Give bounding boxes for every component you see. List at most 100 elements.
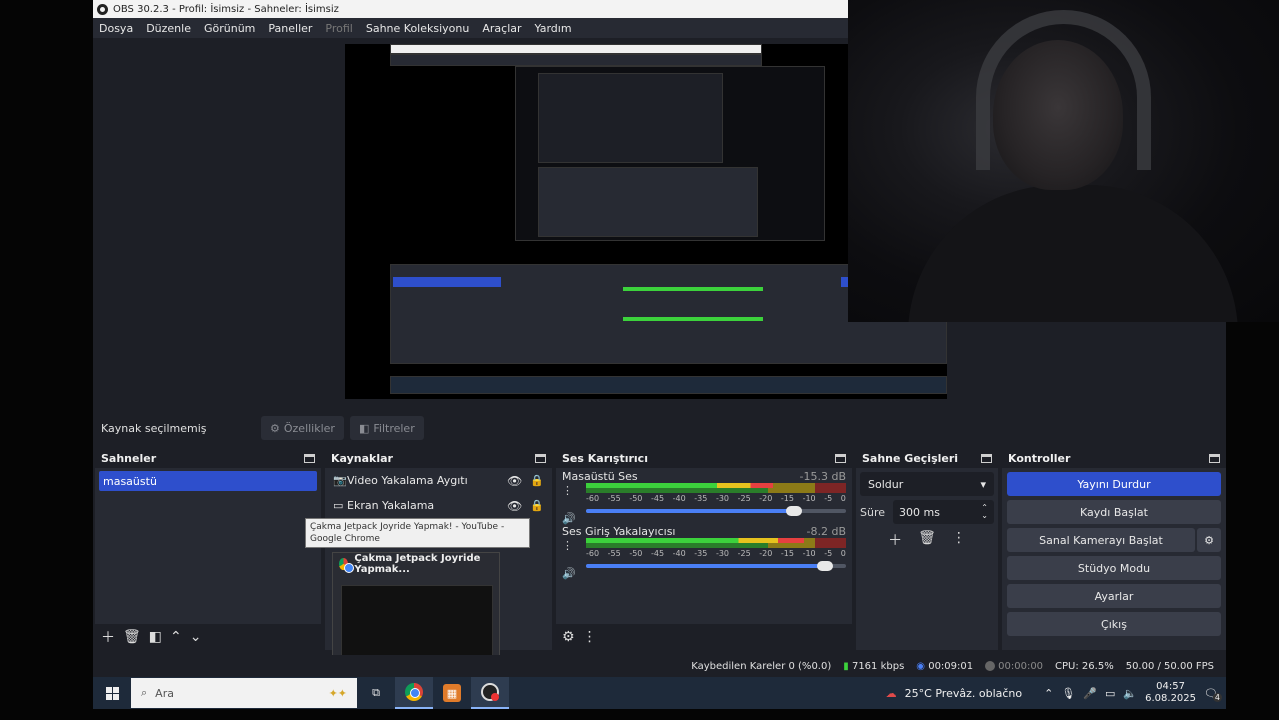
volume-slider[interactable] xyxy=(586,561,846,571)
show-hidden-icon[interactable]: ⌃ xyxy=(1044,687,1053,700)
sources-dock-header: Kaynaklar xyxy=(325,448,552,468)
filters-button[interactable]: ◧ Filtreler xyxy=(349,416,424,440)
bitrate: 7161 kbps xyxy=(851,660,905,672)
mixer-menu-icon[interactable]: ⋮ xyxy=(583,629,597,645)
studio-mode-button[interactable]: Stüdyo Modu xyxy=(1007,556,1221,580)
channel-menu-icon[interactable]: ⋮ xyxy=(562,539,573,552)
slider-fill xyxy=(586,564,826,568)
microphone-icon[interactable]: 🎤 xyxy=(1083,687,1097,700)
network-icon[interactable]: ▭ xyxy=(1105,687,1115,700)
undock-icon[interactable] xyxy=(304,453,315,463)
menu-dosya[interactable]: Dosya xyxy=(99,22,133,35)
undock-icon[interactable] xyxy=(535,453,546,463)
move-down-icon[interactable]: ⌄ xyxy=(190,629,202,645)
webcam-feed xyxy=(848,0,1279,322)
lock-icon[interactable]: 🔒 xyxy=(530,474,544,487)
menu-bar: Dosya Düzenle Görünüm Paneller Profil Sa… xyxy=(93,18,848,38)
menu-yardim[interactable]: Yardım xyxy=(535,22,572,35)
spinner-icon[interactable]: ⌃ ⌄ xyxy=(981,504,988,520)
exit-button[interactable]: Çıkış xyxy=(1007,612,1221,636)
menu-sahne-koleksiyonu[interactable]: Sahne Koleksiyonu xyxy=(366,22,470,35)
advanced-audio-icon[interactable]: ⚙ xyxy=(562,629,575,645)
volume-slider[interactable] xyxy=(586,506,846,516)
controls-dock: Kontroller Yayını Durdur Kaydı Başlat Sa… xyxy=(1002,448,1226,650)
add-scene-icon[interactable]: ＋ xyxy=(101,627,115,647)
meter-tick-label: -40 xyxy=(672,549,686,558)
channel-db: -8.2 dB xyxy=(806,525,847,538)
scene-item-masaustu[interactable]: masaüstü xyxy=(99,471,317,491)
meter-level xyxy=(586,538,805,543)
mic-muted-icon[interactable]: 🎙 xyxy=(1061,687,1075,700)
system-tray: ☁ 25°C Prevâz. oblačno ⌃ 🎙 🎤 ▭ 🔈 04:57 6… xyxy=(886,681,1226,705)
weather-text[interactable]: 25°C Prevâz. oblačno xyxy=(905,687,1022,700)
start-recording-button[interactable]: Kaydı Başlat xyxy=(1007,500,1221,524)
volume-icon[interactable]: 🔈 xyxy=(1123,687,1137,700)
camera-icon: 📷 xyxy=(333,474,347,487)
clock[interactable]: 04:57 6.08.2025 xyxy=(1145,681,1196,705)
menu-gorunum[interactable]: Görünüm xyxy=(204,22,255,35)
add-transition-icon[interactable]: ＋ xyxy=(888,530,902,550)
nested-meter-1 xyxy=(623,287,763,291)
weather-icon[interactable]: ☁ xyxy=(886,687,897,700)
move-up-icon[interactable]: ⌃ xyxy=(170,629,182,645)
cpu-usage: CPU: 26.5% xyxy=(1055,660,1114,672)
virtual-cam-settings-icon[interactable]: ⚙ xyxy=(1197,528,1221,552)
fps: 50.00 / 50.00 FPS xyxy=(1125,660,1214,672)
eye-icon[interactable]: 👁 xyxy=(507,474,522,488)
clock-time: 04:57 xyxy=(1156,681,1185,692)
menu-araclar[interactable]: Araçlar xyxy=(482,22,521,35)
menu-duzenle[interactable]: Düzenle xyxy=(146,22,191,35)
stream-icon: ◉ xyxy=(916,660,926,672)
transition-menu-icon[interactable]: ⋮ xyxy=(952,530,966,550)
source-label: Video Yakalama Aygıtı xyxy=(347,474,468,487)
transition-select[interactable]: Soldur ▾ xyxy=(860,472,994,496)
undock-icon[interactable] xyxy=(981,453,992,463)
windows-taskbar: ⌕ Ara ✦✦ ⧉ ▦ ☁ 25°C Prevâz. oblačno ⌃ 🎙 … xyxy=(93,677,1226,709)
duration-input[interactable]: 300 ms ⌃ ⌄ xyxy=(893,500,994,524)
settings-button[interactable]: Ayarlar xyxy=(1007,584,1221,608)
title-bar: OBS 30.2.3 - Profil: İsimsiz - Sahneler:… xyxy=(93,0,848,18)
taskbar-obs[interactable] xyxy=(471,677,509,709)
meter-tick-label: -10 xyxy=(802,494,816,503)
obs-icon xyxy=(481,683,499,701)
start-button[interactable] xyxy=(93,686,131,700)
remove-transition-icon[interactable]: 🗑 xyxy=(918,530,936,550)
undock-icon[interactable] xyxy=(1209,453,1220,463)
meter-tick-label: -25 xyxy=(737,549,751,558)
scenes-toolbar: ＋ 🗑 ◧ ⌃ ⌄ xyxy=(95,624,321,650)
task-view-button[interactable]: ⧉ xyxy=(357,677,395,709)
remove-scene-icon[interactable]: 🗑 xyxy=(123,629,141,645)
channel-menu-icon[interactable]: ⋮ xyxy=(562,484,573,497)
meter-tick-label: -50 xyxy=(629,494,643,503)
filters-label: Filtreler xyxy=(373,421,415,435)
task-view-icon: ⧉ xyxy=(372,686,380,699)
notifications-icon[interactable]: 🗨 4 xyxy=(1204,687,1222,702)
transition-toolbar: ＋ 🗑 ⋮ xyxy=(856,530,998,550)
speaker-icon[interactable]: 🔊 xyxy=(562,567,576,580)
stream-time: 00:09:01 xyxy=(928,660,974,672)
source-item-video[interactable]: 📷 Video Yakalama Aygıtı 👁 🔒 xyxy=(325,468,552,493)
properties-button[interactable]: ⚙ Özellikler xyxy=(261,416,344,440)
source-item-screen[interactable]: ▭ Ekran Yakalama 👁 🔒 xyxy=(325,493,552,518)
source-toolbar: Kaynak seçilmemiş ⚙ Özellikler ◧ Filtrel… xyxy=(93,413,1226,443)
taskbar-app-orange[interactable]: ▦ xyxy=(433,677,471,709)
search-icon: ⌕ xyxy=(141,686,148,699)
slider-knob[interactable] xyxy=(786,506,802,516)
nested-title-bar xyxy=(390,44,762,54)
menu-paneller[interactable]: Paneller xyxy=(268,22,312,35)
scene-filters-icon[interactable]: ◧ xyxy=(149,629,162,645)
eye-icon[interactable]: 👁 xyxy=(507,499,522,513)
mixer-channel-header: Masaüstü Ses -15.3 dB xyxy=(562,470,846,483)
undock-icon[interactable] xyxy=(835,453,846,463)
properties-label: Özellikler xyxy=(283,421,335,435)
slider-knob[interactable] xyxy=(817,561,834,571)
stop-stream-button[interactable]: Yayını Durdur xyxy=(1007,472,1221,496)
windows-logo-icon xyxy=(105,686,119,700)
lock-icon[interactable]: 🔒 xyxy=(530,499,544,512)
start-virtual-cam-button[interactable]: Sanal Kamerayı Başlat xyxy=(1007,528,1195,552)
taskbar-chrome[interactable] xyxy=(395,677,433,709)
taskbar-search[interactable]: ⌕ Ara ✦✦ xyxy=(131,678,357,708)
no-source-label: Kaynak seçilmemiş xyxy=(101,421,207,435)
transitions-dock-header: Sahne Geçişleri xyxy=(856,448,998,468)
mixer-toolbar: ⚙ ⋮ xyxy=(556,624,852,650)
